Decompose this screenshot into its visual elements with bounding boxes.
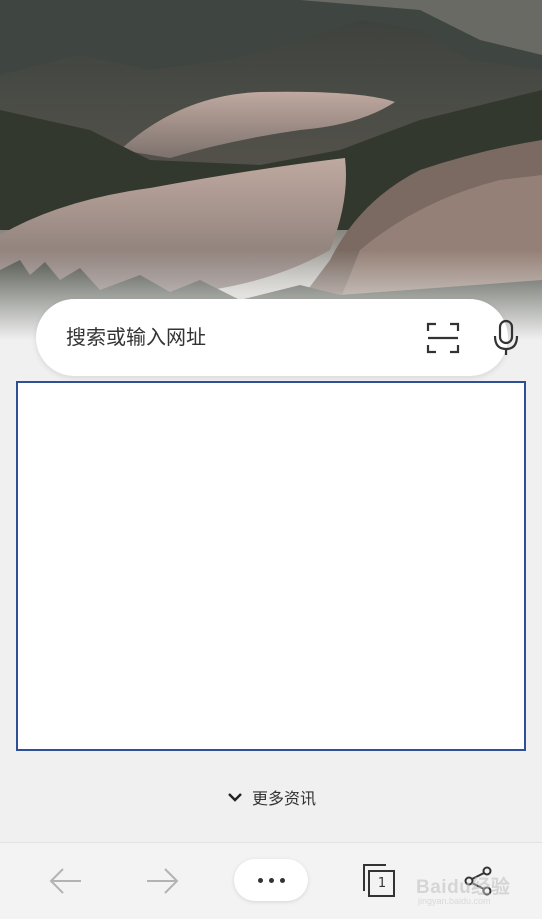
more-dots-icon	[257, 877, 263, 883]
share-icon[interactable]	[462, 865, 494, 897]
menu-button[interactable]	[234, 859, 308, 901]
arrow-left-icon[interactable]	[47, 865, 83, 897]
tabs-button[interactable]: 1	[362, 863, 396, 899]
search-input[interactable]: 搜索或输入网址	[66, 299, 206, 376]
scan-icon[interactable]	[426, 321, 460, 355]
microphone-icon[interactable]	[491, 319, 521, 357]
chevron-down-icon	[228, 793, 242, 802]
wallpaper-image	[0, 0, 542, 340]
arrow-right-icon[interactable]	[145, 865, 181, 897]
news-feed-card	[16, 381, 526, 751]
more-news-label: 更多资讯	[251, 789, 316, 808]
tabs-count: 1	[377, 876, 387, 891]
search-bar[interactable]: 搜索或输入网址	[36, 299, 519, 376]
more-news-button[interactable]: 更多资讯	[0, 780, 542, 814]
bottom-nav-bar: 1	[0, 842, 542, 919]
